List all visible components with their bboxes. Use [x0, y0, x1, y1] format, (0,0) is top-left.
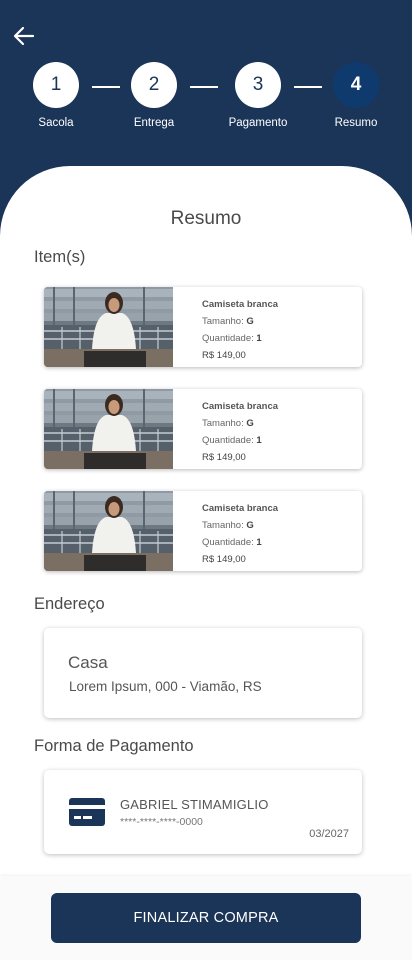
item-info: Camiseta branca Tamanho: G Quantidade: 1…	[202, 398, 278, 466]
item-card[interactable]: Camiseta branca Tamanho: G Quantidade: 1…	[44, 389, 362, 469]
item-quantity-label: Quantidade:	[202, 333, 254, 344]
item-name: Camiseta branca	[202, 299, 279, 310]
step-label: Sacola	[38, 117, 74, 129]
card-expiry: 03/2027	[309, 828, 349, 840]
item-quantity: 1	[256, 537, 262, 548]
item-size: G	[246, 418, 254, 429]
step-number: 2	[131, 62, 177, 108]
page-title: Resumo	[170, 208, 242, 229]
payment-section-title: Forma de Pagamento	[34, 737, 194, 755]
item-info: Camiseta branca Tamanho: G Quantidade: 1…	[202, 500, 278, 568]
step-number: 3	[235, 62, 281, 108]
item-quantity: 1	[256, 435, 262, 446]
item-quantity: 1	[256, 333, 262, 344]
footer-bar: FINALIZAR COMPRA	[0, 876, 412, 960]
checkout-stepper: 1 Sacola 2 Entrega 3 Pagamento 4 Resumo	[0, 62, 412, 142]
item-card[interactable]: Camiseta branca Tamanho: G Quantidade: 1…	[44, 491, 362, 571]
step-label: Entrega	[133, 117, 175, 129]
address-section-title: Endereço	[34, 595, 105, 613]
step-entrega[interactable]: 2 Entrega	[114, 62, 194, 129]
item-price: R$ 149,00	[202, 452, 246, 463]
arrow-left-icon	[13, 26, 35, 46]
item-size-label: Tamanho:	[202, 418, 244, 429]
product-photo	[44, 287, 173, 367]
item-info: Camiseta branca Tamanho: G Quantidade: 1…	[202, 296, 278, 364]
item-size: G	[246, 520, 254, 531]
step-label: Resumo	[334, 117, 378, 129]
product-photo	[44, 389, 173, 469]
address-line: Lorem Ipsum, 000 - Viamão, RS	[69, 679, 262, 694]
address-name: Casa	[68, 653, 108, 672]
item-size-label: Tamanho:	[202, 520, 244, 531]
item-name: Camiseta branca	[202, 401, 279, 412]
credit-card-icon	[69, 798, 105, 826]
item-quantity-label: Quantidade:	[202, 537, 254, 548]
address-card[interactable]: Casa Lorem Ipsum, 000 - Viamão, RS	[44, 628, 362, 718]
item-price: R$ 149,00	[202, 350, 246, 361]
item-price: R$ 149,00	[202, 554, 246, 565]
back-button[interactable]	[10, 22, 38, 50]
item-card[interactable]: Camiseta branca Tamanho: G Quantidade: 1…	[44, 287, 362, 367]
item-quantity-label: Quantidade:	[202, 435, 254, 446]
items-section-title: Item(s)	[34, 248, 86, 266]
payment-card[interactable]: GABRIEL STIMAMIGLIO ****-****-****-0000 …	[44, 770, 362, 854]
step-sacola[interactable]: 1 Sacola	[16, 62, 96, 129]
card-holder-name: GABRIEL STIMAMIGLIO	[120, 797, 269, 812]
product-photo	[44, 491, 173, 571]
item-name: Camiseta branca	[202, 503, 279, 514]
step-connector	[190, 86, 218, 88]
step-label: Pagamento	[228, 117, 288, 129]
item-size: G	[246, 316, 254, 327]
card-number: ****-****-****-0000	[120, 816, 203, 828]
step-pagamento[interactable]: 3 Pagamento	[218, 62, 298, 129]
step-number: 4	[333, 62, 379, 108]
step-number: 1	[33, 62, 79, 108]
finish-purchase-button[interactable]: FINALIZAR COMPRA	[51, 893, 361, 943]
item-size-label: Tamanho:	[202, 316, 244, 327]
step-resumo[interactable]: 4 Resumo	[316, 62, 396, 129]
